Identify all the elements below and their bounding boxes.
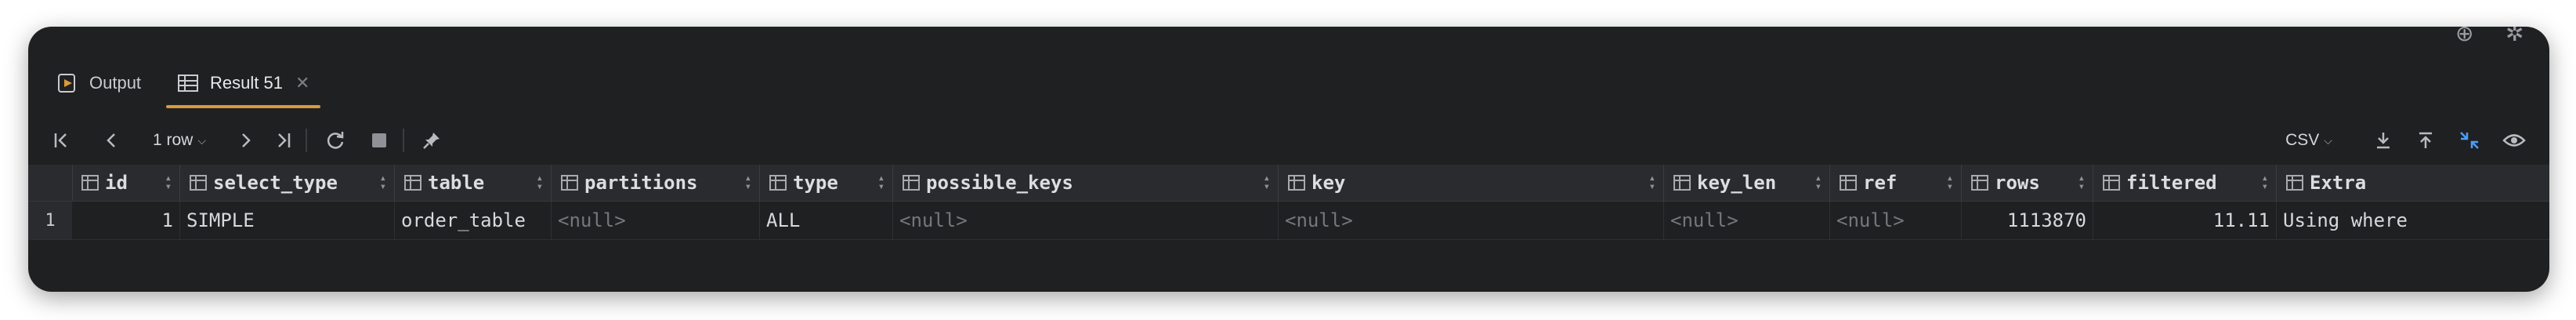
column-icon <box>1840 175 1857 191</box>
sort-icon[interactable]: ▴ ▾ <box>2262 173 2268 192</box>
view-eye-icon[interactable] <box>2496 116 2532 165</box>
sort-icon[interactable]: ▴ ▾ <box>2079 173 2085 192</box>
column-header-partitions[interactable]: partitions ▴ ▾ <box>552 165 760 201</box>
sort-icon[interactable]: ▴ ▾ <box>537 173 543 192</box>
tab-result-label: Result 51 <box>210 73 283 93</box>
column-header-possible-keys[interactable]: possible_keys ▴ ▾ <box>893 165 1279 201</box>
cell-table[interactable]: order_table <box>395 202 552 239</box>
column-label: partitions <box>584 172 698 194</box>
first-page-icon[interactable] <box>45 116 77 165</box>
table-row[interactable]: 1 1 SIMPLE order_table <null> ALL <null>… <box>28 202 2549 240</box>
cell-partitions[interactable]: <null> <box>552 202 760 239</box>
column-header-filtered[interactable]: filtered ▴ ▾ <box>2093 165 2277 201</box>
sort-icon[interactable]: ▴ ▾ <box>878 173 885 192</box>
download-icon[interactable] <box>2368 116 2399 165</box>
refresh-icon[interactable] <box>318 116 353 165</box>
column-label: type <box>793 172 838 194</box>
toolbar-divider <box>403 129 404 152</box>
column-header-key-len[interactable]: key_len ▴ ▾ <box>1664 165 1830 201</box>
column-label: key_len <box>1697 172 1777 194</box>
column-icon <box>1288 175 1305 191</box>
row-count-label: 1 row <box>153 131 194 149</box>
column-label: rows <box>1995 172 2040 194</box>
column-header-key[interactable]: key ▴ ▾ <box>1279 165 1664 201</box>
compare-sync-icon[interactable] <box>2452 116 2487 165</box>
column-header-rows[interactable]: rows ▴ ▾ <box>1962 165 2093 201</box>
stop-icon[interactable] <box>362 116 396 165</box>
column-icon <box>190 175 207 191</box>
column-icon <box>769 175 787 191</box>
cell-type[interactable]: ALL <box>760 202 893 239</box>
column-icon <box>561 175 578 191</box>
tab-result[interactable]: Result 51 ✕ <box>165 60 321 108</box>
column-label: filtered <box>2126 172 2217 194</box>
cell-key[interactable]: <null> <box>1279 202 1664 239</box>
globe-icon[interactable]: ⊕ <box>2455 27 2473 46</box>
cell-extra[interactable]: Using where <box>2277 202 2549 239</box>
column-header-extra[interactable]: Extra <box>2277 165 2549 201</box>
grid-table-icon <box>177 72 199 94</box>
column-header-select-type[interactable]: select_type ▴ ▾ <box>180 165 395 201</box>
column-label: id <box>105 172 128 194</box>
column-icon <box>2103 175 2120 191</box>
column-header-type[interactable]: type ▴ ▾ <box>760 165 893 201</box>
results-toolbar: 1 row ⌵ CSV ⌵ <box>28 116 2549 165</box>
tab-output-label: Output <box>89 73 142 93</box>
tab-output[interactable]: Output <box>56 60 141 107</box>
cell-filtered[interactable]: 11.11 <box>2093 202 2277 239</box>
export-format-dropdown[interactable]: CSV ⌵ <box>2274 116 2344 165</box>
row-count-dropdown[interactable]: 1 row ⌵ <box>128 116 230 165</box>
cell-ref[interactable]: <null> <box>1830 202 1962 239</box>
close-icon[interactable]: ✕ <box>295 73 309 93</box>
cell-select-type[interactable]: SIMPLE <box>180 202 395 239</box>
column-icon <box>2286 175 2303 191</box>
cell-id[interactable]: 1 <box>72 202 180 239</box>
chevron-down-icon: ⌵ <box>2324 133 2332 147</box>
column-icon <box>81 175 99 191</box>
sort-icon[interactable]: ▴ ▾ <box>165 173 172 192</box>
column-header-id[interactable]: id ▴ ▾ <box>72 165 180 201</box>
sort-icon[interactable]: ▴ ▾ <box>380 173 386 192</box>
sort-icon[interactable]: ▴ ▾ <box>1815 173 1822 192</box>
column-icon <box>1673 175 1691 191</box>
chevron-down-icon: ⌵ <box>197 133 206 147</box>
next-page-icon[interactable] <box>230 116 262 165</box>
column-icon <box>404 175 421 191</box>
pin-icon[interactable] <box>414 116 450 165</box>
column-icon <box>903 175 920 191</box>
export-format-label: CSV <box>2285 131 2320 149</box>
cell-rows[interactable]: 1113870 <box>1962 202 2093 239</box>
column-header-table[interactable]: table ▴ ▾ <box>395 165 552 201</box>
column-header-ref[interactable]: ref ▴ ▾ <box>1830 165 1962 201</box>
sort-icon[interactable]: ▴ ▾ <box>1264 173 1270 192</box>
toolbar-divider <box>306 129 307 152</box>
row-number[interactable]: 1 <box>28 202 72 239</box>
previous-page-icon[interactable] <box>96 116 127 165</box>
column-label: possible_keys <box>926 172 1073 194</box>
column-label: Extra <box>2310 172 2367 194</box>
upload-icon[interactable] <box>2410 116 2441 165</box>
sort-icon[interactable]: ▴ ▾ <box>745 173 751 192</box>
last-page-icon[interactable] <box>268 116 299 165</box>
column-label: table <box>428 172 485 194</box>
results-window: ⊕ ✲ Output Result 51 ✕ 1 row ⌵ CSV ⌵ id … <box>28 27 2549 292</box>
sort-icon[interactable]: ▴ ▾ <box>1649 173 1655 192</box>
grid-header: id ▴ ▾ select_type ▴ ▾ table ▴ ▾ partitions… <box>28 165 2549 202</box>
column-label: key <box>1312 172 1346 194</box>
cell-possible-keys[interactable]: <null> <box>893 202 1279 239</box>
column-label: ref <box>1863 172 1898 194</box>
cell-key-len[interactable]: <null> <box>1664 202 1830 239</box>
column-label: select_type <box>213 172 338 194</box>
settings-icon[interactable]: ✲ <box>2505 27 2524 46</box>
row-number-header[interactable] <box>28 165 73 201</box>
output-play-icon <box>56 72 78 94</box>
column-icon <box>1971 175 1988 191</box>
sort-icon[interactable]: ▴ ▾ <box>1947 173 1953 192</box>
tab-bar: Output Result 51 ✕ <box>28 60 2549 108</box>
